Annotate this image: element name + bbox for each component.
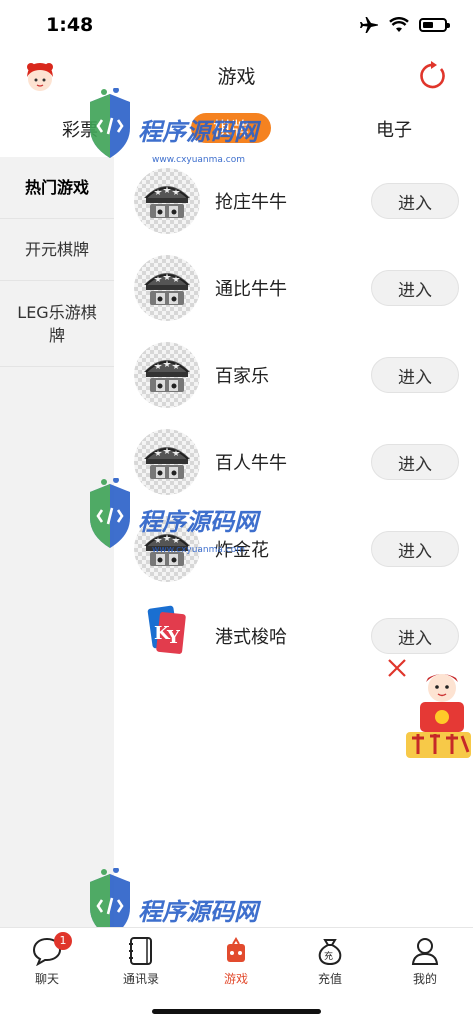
enter-button[interactable]: 进入: [371, 183, 459, 219]
tab-label: 聊天: [34, 972, 59, 986]
watermark-url: www.cxyuanma.com: [152, 545, 245, 555]
side-item-leg[interactable]: LEG乐游棋牌: [0, 281, 114, 367]
svg-text:充: 充: [324, 950, 333, 962]
side-item-kaiyuan[interactable]: 开元棋牌: [0, 219, 114, 281]
watermark-text: 程序源码网: [138, 118, 262, 146]
battery-icon: [419, 18, 450, 32]
side-item-label: LEG乐游棋牌: [17, 302, 97, 345]
recharge-icon: 充: [318, 939, 342, 966]
status-time: 1:48: [46, 14, 94, 36]
game-name: 抢庄牛牛: [215, 192, 287, 213]
game-list: 抢庄牛牛 进入 通比牛牛 进入 百家乐 进入 百人牛牛 进入 炸金花 进入 K …: [114, 157, 473, 679]
game-name: 百人牛牛: [215, 453, 287, 474]
enter-button[interactable]: 进入: [371, 270, 459, 306]
casino-icon: [134, 342, 200, 408]
ky-cards-icon: K Y: [147, 605, 186, 654]
watermark-logo: 程序源码网 www.cxyuanma.com: [90, 478, 262, 555]
home-indicator: [152, 1009, 321, 1014]
profile-icon: [411, 938, 439, 965]
game-name: 通比牛牛: [215, 279, 287, 300]
watermark-url: www.cxyuanma.com: [152, 155, 245, 165]
tab-profile[interactable]: 我的: [390, 936, 460, 987]
enter-button[interactable]: 进入: [371, 618, 459, 654]
refresh-icon[interactable]: [417, 60, 449, 92]
game-row[interactable]: K Y 港式梭哈 进入: [114, 592, 473, 679]
tab-games[interactable]: 游戏: [201, 936, 271, 987]
tab-label: 我的: [412, 972, 437, 986]
tab-contacts[interactable]: 通讯录: [106, 936, 176, 987]
watermark-text: 程序源码网: [138, 508, 262, 536]
game-row[interactable]: 百家乐 进入: [114, 331, 473, 418]
tab-label: 游戏: [223, 972, 248, 986]
airplane-icon: [360, 17, 378, 33]
enter-button[interactable]: 进入: [371, 357, 459, 393]
casino-icon: [134, 255, 200, 321]
tab-recharge[interactable]: 充 充值: [295, 936, 365, 987]
enter-button[interactable]: 进入: [371, 444, 459, 480]
wifi-icon: [389, 17, 409, 32]
game-name: 港式梭哈: [215, 627, 287, 648]
contacts-icon: [129, 937, 152, 965]
enter-button[interactable]: 进入: [371, 531, 459, 567]
tab-label: 通讯录: [122, 972, 159, 986]
page-title: 游戏: [217, 66, 256, 88]
game-row[interactable]: 通比牛牛 进入: [114, 244, 473, 331]
svg-text:Y: Y: [166, 627, 181, 648]
game-name: 百家乐: [215, 366, 269, 387]
red-packet-icon[interactable]: [404, 668, 473, 760]
game-icon: [227, 937, 245, 962]
tab-chat[interactable]: 1 聊天: [12, 932, 82, 987]
watermark-text: 程序源码网: [138, 898, 262, 926]
status-icons: [359, 16, 450, 34]
watermark-logo: 程序源码网 www.cxyuanma.com: [90, 88, 262, 165]
status-bar: 1:48: [0, 0, 473, 50]
tab-label: 充值: [317, 972, 342, 986]
tab-electronic[interactable]: 电子: [376, 116, 412, 142]
unread-badge: 1: [54, 932, 72, 950]
